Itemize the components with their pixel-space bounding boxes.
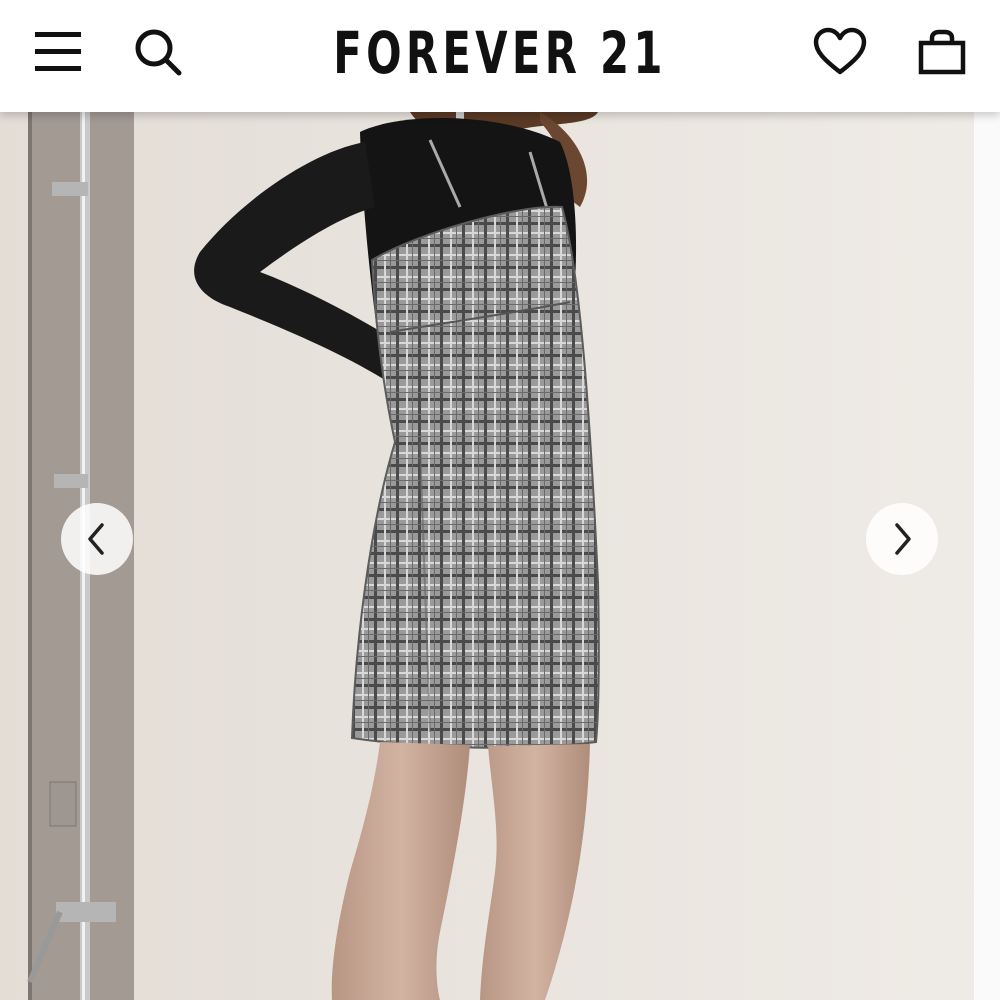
product-photo-illustration <box>0 112 1000 1000</box>
product-image[interactable] <box>0 112 1000 1000</box>
search-button[interactable] <box>126 20 190 84</box>
chevron-right-icon <box>895 523 911 555</box>
previous-image-button[interactable] <box>61 503 133 575</box>
shopping-bag-icon <box>918 29 966 75</box>
wishlist-button[interactable] <box>808 20 872 84</box>
chevron-left-icon <box>88 523 104 555</box>
top-navigation-bar: FOREVER 21 <box>0 0 1000 112</box>
product-page: FOREVER 21 <box>0 0 1000 1000</box>
brand-logo[interactable]: FOREVER 21 <box>320 18 680 88</box>
menu-button[interactable] <box>26 20 90 84</box>
hamburger-menu-icon <box>35 32 81 71</box>
heart-icon <box>813 27 867 75</box>
next-image-button[interactable] <box>866 503 938 575</box>
shopping-bag-button[interactable] <box>910 20 974 84</box>
search-icon <box>135 29 182 76</box>
